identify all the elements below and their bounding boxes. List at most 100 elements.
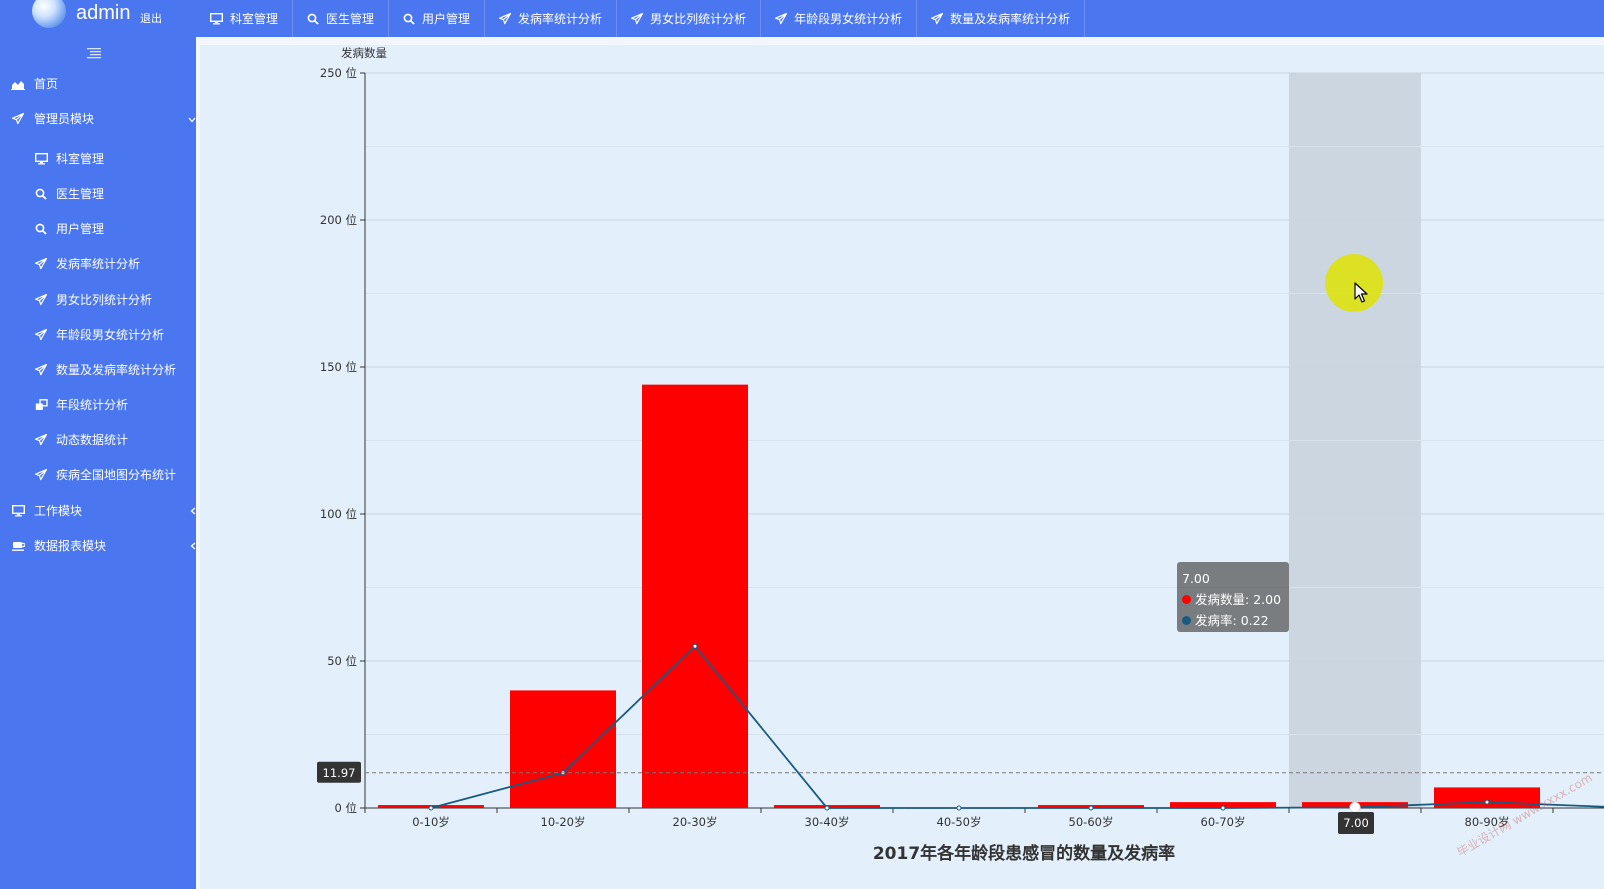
chart-tooltip: 7.00 发病数量: 2.00 发病率: 0.22: [1177, 562, 1289, 632]
sidebar-item-label: 医生管理: [56, 187, 105, 201]
top-bar: admin 退出 科室管理 医生管理 用户管理 发病率统计分析 男女比列统计分析 年龄段男…: [0, 0, 1604, 37]
sidebar-item-9[interactable]: 年段统计分析: [0, 387, 229, 422]
rocket-icon: [33, 468, 49, 482]
y-tick-label: 100 位: [320, 507, 357, 521]
sidebar-item-5[interactable]: 发病率统计分析: [0, 246, 229, 281]
bar: [642, 384, 748, 808]
tooltip-count-value: 2.00: [1253, 592, 1282, 607]
rocket-icon: [931, 12, 947, 25]
topnav-label: 用户管理: [422, 12, 471, 26]
sidebar-item-4[interactable]: 用户管理: [0, 211, 229, 246]
sidebar: 首页 管理员模块 科室管理 医生管理 用户管理 发病率统计分析 男女比列统计分析 年龄段男女统…: [0, 37, 196, 889]
topnav-item-5[interactable]: 年龄段男女统计分析: [761, 0, 918, 37]
sidebar-item-label: 男女比列统计分析: [56, 293, 153, 307]
x-tick-label: 40-50岁: [937, 815, 982, 829]
legend-dot-rate: [1182, 616, 1191, 625]
topnav-label: 男女比列统计分析: [650, 12, 747, 26]
y-tick-label: 0 位: [335, 801, 357, 815]
topnav-item-2[interactable]: 用户管理: [389, 0, 486, 37]
rocket-icon: [10, 112, 26, 126]
coffee-icon: [10, 539, 26, 553]
sidebar-item-label: 疾病全国地图分布统计: [56, 468, 177, 482]
y-tick-label: 150 位: [320, 360, 357, 374]
rate-point: [956, 805, 962, 811]
sidebar-item-label: 年段统计分析: [56, 398, 129, 412]
y-tick-label: 50 位: [327, 654, 357, 668]
sidebar-item-13[interactable]: 数据报表模块: [0, 528, 206, 563]
top-nav: 科室管理 医生管理 用户管理 发病率统计分析 男女比列统计分析 年龄段男女统计分析 数量及发…: [196, 0, 1086, 37]
combo-chart[interactable]: 0 位50 位100 位150 位200 位250 位发病数量0-10岁 10-2…: [200, 45, 1604, 889]
sidebar-item-label: 用户管理: [56, 222, 105, 236]
x-tick-label: 0-10岁: [412, 815, 450, 829]
y-tick-label: 200 位: [320, 213, 357, 227]
brand: admin 退出: [0, 0, 196, 37]
search-icon: [33, 222, 49, 236]
sidebar-item-label: 数量及发病率统计分析: [56, 363, 177, 377]
logout-link[interactable]: 退出: [140, 10, 162, 26]
area-chart-icon: [10, 77, 26, 91]
legend-dot-count: [1182, 595, 1191, 604]
tooltip-row-count: 发病数量: 2.00: [1182, 589, 1289, 610]
topnav-item-3[interactable]: 发病率统计分析: [485, 0, 618, 37]
sidebar-item-0[interactable]: 首页: [0, 66, 206, 101]
topnav-label: 科室管理: [230, 12, 279, 26]
tooltip-title: 7.00: [1182, 571, 1210, 586]
bar: [1434, 787, 1540, 808]
sidebar-item-10[interactable]: 动态数据统计: [0, 422, 229, 457]
sidebar-item-2[interactable]: 科室管理: [0, 141, 229, 176]
rate-point: [824, 805, 830, 811]
topnav-label: 数量及发病率统计分析: [950, 12, 1071, 26]
topnav-item-6[interactable]: 数量及发病率统计分析: [917, 0, 1086, 37]
y-tick-label: 250 位: [320, 66, 357, 80]
topnav-item-1[interactable]: 医生管理: [293, 0, 390, 37]
sidebar-item-6[interactable]: 男女比列统计分析: [0, 282, 229, 317]
topnav-label: 年龄段男女统计分析: [794, 12, 903, 26]
search-icon: [33, 187, 49, 201]
topnav-label: 医生管理: [326, 12, 375, 26]
monitor-icon: [33, 152, 49, 166]
tooltip-rate-name: 发病率: [1195, 613, 1233, 628]
sidebar-item-1[interactable]: 管理员模块: [0, 101, 206, 136]
rate-point: [1088, 805, 1094, 811]
crosshair-value-label: 11.97: [323, 766, 356, 780]
rocket-icon: [775, 12, 791, 25]
sidebar-item-label: 年龄段男女统计分析: [56, 328, 165, 342]
sidebar-item-3[interactable]: 医生管理: [0, 176, 229, 211]
sidebar-item-label: 数据报表模块: [34, 539, 107, 553]
sidebar-item-label: 发病率统计分析: [56, 257, 141, 271]
globe-logo: [32, 0, 66, 28]
rocket-icon: [33, 257, 49, 271]
x-tick-label: 20-30岁: [673, 815, 718, 829]
menu-collapse-icon[interactable]: [87, 47, 101, 59]
search-icon: [307, 13, 323, 25]
username: admin: [76, 2, 131, 24]
chevron-down-icon: [188, 112, 196, 126]
monitor-icon: [10, 504, 26, 518]
main-content: 0 位 50 位 100 位 150 位 200 位 250 位发病数量 0-10岁 10-2…: [196, 37, 1604, 889]
topnav-label: 发病率统计分析: [518, 12, 603, 26]
search-icon: [403, 13, 419, 25]
sidebar-item-label: 动态数据统计: [56, 433, 129, 447]
sidebar-item-12[interactable]: 工作模块: [0, 493, 206, 528]
clone-icon: [33, 398, 49, 412]
sidebar-item-label: 科室管理: [56, 152, 105, 166]
sidebar-item-7[interactable]: 年龄段男女统计分析: [0, 317, 229, 352]
mouse-cursor-icon: [1354, 282, 1368, 303]
sidebar-item-label: 首页: [34, 77, 59, 91]
rocket-icon: [33, 363, 49, 377]
sidebar-item-11[interactable]: 疾病全国地图分布统计: [0, 457, 229, 492]
sidebar-item-8[interactable]: 数量及发病率统计分析: [0, 352, 229, 387]
x-tick-label: 50-60岁: [1069, 815, 1114, 829]
y-axis-title: 发病数量: [341, 46, 387, 60]
rate-point: [1220, 805, 1226, 811]
topnav-item-4[interactable]: 男女比列统计分析: [617, 0, 762, 37]
rocket-icon: [33, 328, 49, 342]
rate-point: [1484, 799, 1490, 805]
bar: [510, 690, 616, 808]
rate-point: [692, 643, 698, 649]
tooltip-rate-value: 0.22: [1240, 613, 1269, 628]
rate-point: [1349, 801, 1361, 813]
topnav-item-0[interactable]: 科室管理: [196, 0, 294, 37]
chart-title: 2017年各年龄段患感冒的数量及发病率: [873, 843, 1175, 864]
tooltip-count-name: 发病数量: [1195, 592, 1246, 607]
